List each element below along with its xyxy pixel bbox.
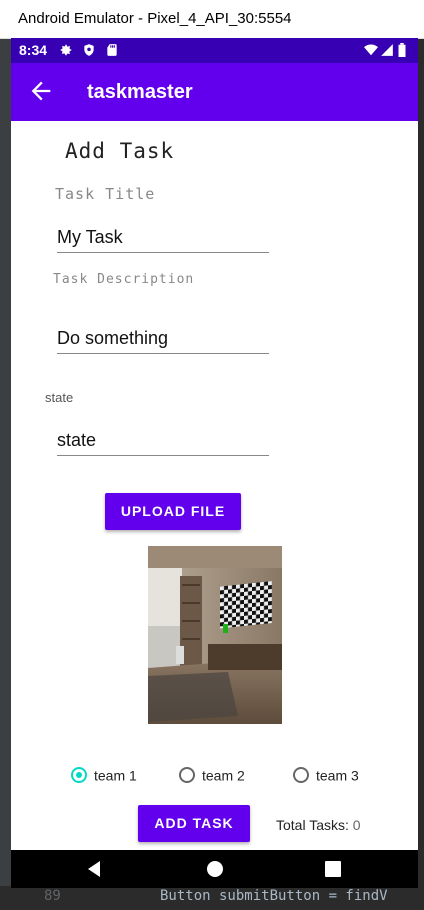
- ide-line-number: 89: [44, 888, 61, 904]
- page-title: Add Task: [65, 139, 175, 163]
- task-description-input[interactable]: Do something: [57, 325, 269, 354]
- device-screen: 8:34 taskmaster Add Task Task Title My T…: [11, 38, 418, 888]
- add-task-button[interactable]: ADD TASK: [138, 805, 250, 842]
- gear-icon: [60, 44, 72, 56]
- team-3-label: team 3: [316, 767, 359, 784]
- status-time: 8:34: [19, 42, 48, 58]
- total-tasks-count: 0: [352, 817, 361, 833]
- status-bar: 8:34: [11, 38, 418, 63]
- nav-back-icon[interactable]: [85, 859, 105, 879]
- signal-icon: [381, 44, 393, 56]
- state-input[interactable]: state: [57, 427, 269, 456]
- team-2-radio[interactable]: team 2: [179, 766, 245, 788]
- ide-right-panel: [418, 38, 424, 910]
- sd-card-icon: [107, 44, 117, 56]
- emulator-title-bar: Android Emulator - Pixel_4_API_30:5554: [0, 0, 424, 39]
- battery-icon: [398, 43, 406, 57]
- upload-file-button[interactable]: UPLOAD FILE: [105, 493, 241, 530]
- total-tasks-label: Total Tasks:: [276, 817, 349, 833]
- app-bar: taskmaster: [11, 63, 418, 121]
- team-1-label: team 1: [94, 767, 137, 784]
- task-title-input[interactable]: My Task: [57, 224, 269, 253]
- nav-recents-icon[interactable]: [323, 859, 343, 879]
- team-2-label: team 2: [202, 767, 245, 784]
- shield-icon: [84, 44, 94, 56]
- ide-code-text: Button submitButton = findV: [160, 888, 388, 904]
- task-title-label: Task Title: [55, 185, 156, 203]
- team-3-radio[interactable]: team 3: [293, 766, 359, 788]
- navigation-bar: [11, 850, 418, 888]
- arrow-back-icon[interactable]: [27, 77, 55, 105]
- app-title: taskmaster: [87, 81, 193, 103]
- nav-home-icon[interactable]: [205, 859, 225, 879]
- task-description-label: Task Description: [53, 272, 195, 287]
- window-title: Android Emulator - Pixel_4_API_30:5554: [18, 10, 292, 27]
- team-1-radio[interactable]: team 1: [71, 766, 137, 788]
- uploaded-image-preview: [148, 546, 282, 724]
- wifi-icon: [364, 44, 378, 56]
- radio-unselected-icon: [293, 767, 309, 784]
- total-tasks-counter: Total Tasks: 0: [276, 817, 361, 833]
- ide-code-line: 89 Button submitButton = findV: [0, 886, 424, 910]
- state-label: state: [45, 390, 74, 405]
- radio-selected-icon: [71, 767, 87, 784]
- radio-unselected-icon: [179, 767, 195, 784]
